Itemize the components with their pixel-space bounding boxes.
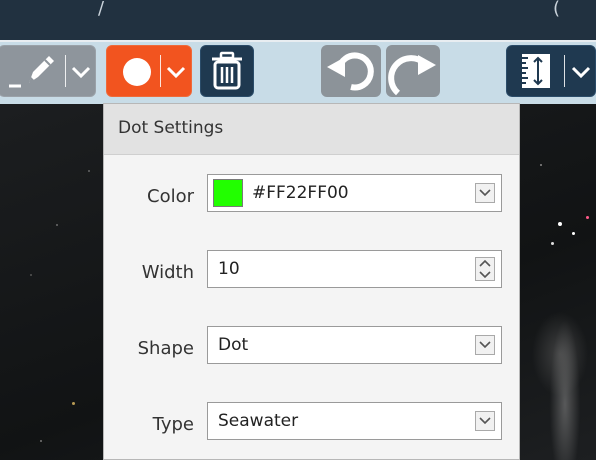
color-label: Color [147, 186, 194, 207]
shape-dropdown[interactable]: Dot [207, 326, 502, 364]
chevron-down-icon [479, 341, 491, 349]
pen-icon [9, 56, 54, 88]
particle [572, 232, 575, 235]
divider [160, 55, 161, 87]
ruler-icon [522, 54, 550, 88]
title-fragment-right: ( [553, 0, 561, 19]
stepper-button[interactable] [475, 257, 495, 281]
panel-title: Dot Settings [118, 118, 224, 138]
dropdown-button[interactable] [475, 411, 495, 431]
undo-icon [327, 52, 374, 91]
color-value: #FF22FF00 [252, 183, 349, 203]
particle [558, 222, 562, 226]
width-label: Width [141, 262, 194, 283]
up-down-arrow-icon [479, 259, 491, 279]
particle [586, 216, 589, 219]
color-swatch [213, 179, 243, 207]
chevron-down-icon [479, 189, 491, 197]
particle [72, 402, 75, 405]
type-label: Type [152, 414, 194, 435]
shape-label: Shape [137, 338, 194, 359]
type-value: Seawater [218, 411, 299, 431]
chevron-down-icon[interactable] [70, 61, 92, 83]
type-dropdown[interactable]: Seawater [207, 402, 502, 440]
particle [551, 242, 554, 245]
title-fragment-left: / [98, 0, 105, 19]
particle [540, 164, 542, 166]
measure-tool-button[interactable] [506, 45, 596, 97]
dot-settings-panel: Dot Settings Color #FF22FF00 Width 10 Sh… [103, 103, 520, 460]
dropdown-button[interactable] [475, 335, 495, 355]
particle [56, 224, 58, 226]
width-stepper[interactable]: 10 [207, 250, 502, 288]
dot-icon [123, 58, 151, 86]
trash-icon [212, 51, 242, 90]
dot-tool-button[interactable] [106, 45, 192, 97]
shape-value: Dot [218, 335, 249, 355]
panel-header: Dot Settings [104, 104, 519, 155]
chevron-down-icon[interactable] [165, 61, 187, 83]
color-dropdown[interactable]: #FF22FF00 [207, 174, 502, 212]
redo-icon [388, 55, 436, 96]
toolbar [0, 42, 596, 104]
dropdown-button[interactable] [475, 183, 495, 203]
width-value: 10 [218, 259, 240, 279]
pen-tool-button[interactable] [0, 45, 96, 97]
chevron-down-icon [479, 417, 491, 425]
divider [65, 55, 66, 87]
delete-button[interactable] [200, 45, 254, 97]
redo-button[interactable] [386, 45, 440, 97]
particle [40, 440, 42, 442]
chevron-down-icon[interactable] [570, 61, 592, 83]
particle [30, 274, 32, 276]
title-bar: / ( [0, 0, 596, 40]
particle [88, 170, 90, 172]
undo-button[interactable] [321, 45, 381, 97]
divider [564, 55, 565, 87]
